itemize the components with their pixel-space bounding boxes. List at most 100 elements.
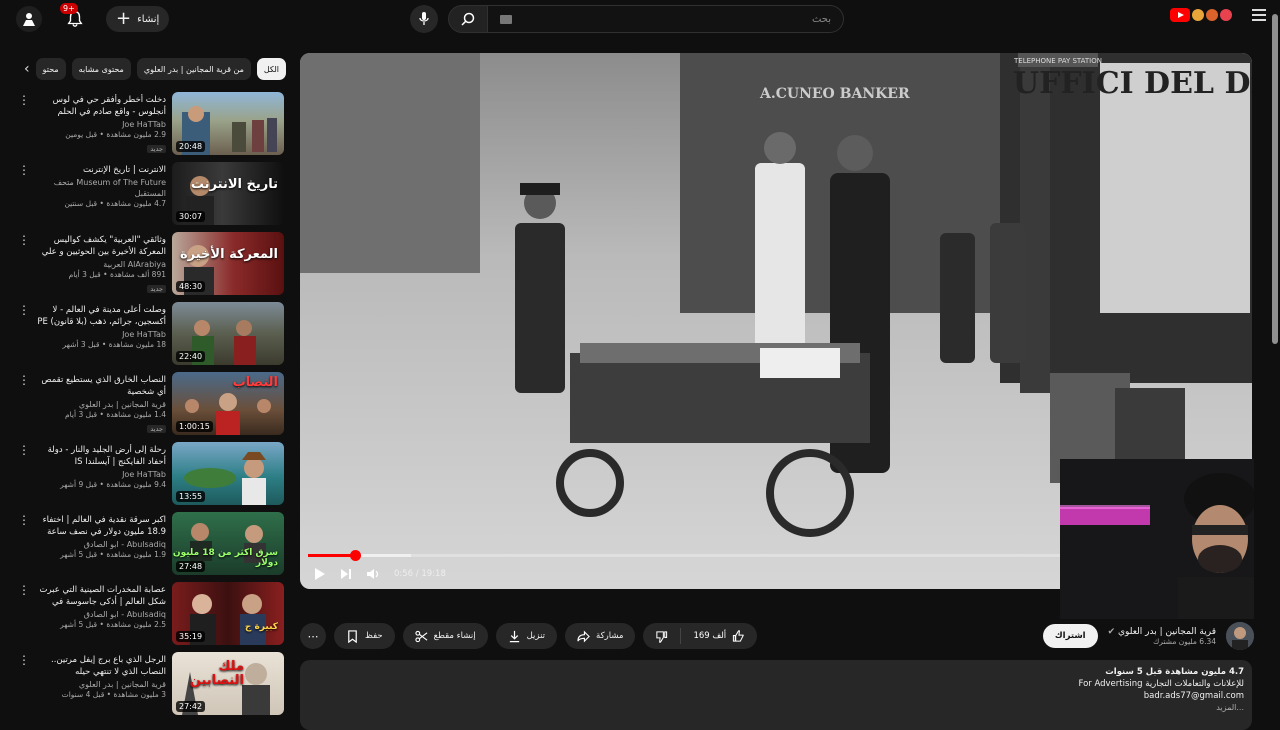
channel-name[interactable]: Abulsadiq - ابو الصادق (36, 609, 166, 620)
like-button[interactable]: 169 ألف (681, 623, 757, 649)
video-thumbnail[interactable]: 22:40 (172, 302, 284, 365)
subscriber-count: 6.34 مليون مشترك (1153, 636, 1216, 646)
more-options-icon[interactable]: ⋮ (18, 514, 30, 526)
subscribe-button[interactable]: اشتراك (1042, 624, 1098, 648)
video-thumbnail[interactable]: 20:48 (172, 92, 284, 155)
list-item[interactable]: النصاب 1:00:15 النصاب الخارق الذي يستطيع… (14, 372, 286, 442)
create-label: إنشاء (137, 13, 160, 25)
next-icon[interactable] (340, 568, 352, 580)
description-more[interactable]: ...المزيد (308, 702, 1244, 713)
save-button[interactable]: حفظ (334, 623, 395, 649)
video-thumbnail[interactable]: تاريخ الانترنت 30:07 (172, 162, 284, 225)
list-item[interactable]: المعركة الأخيرة 48:30 وثائقي "العربية" ي… (14, 232, 286, 302)
webcam-frame (1060, 459, 1254, 619)
more-options-icon[interactable]: ⋮ (18, 94, 30, 106)
channel-avatar[interactable] (1226, 622, 1254, 650)
hamburger-menu-icon[interactable] (1252, 9, 1266, 21)
video-thumbnail[interactable]: 13:55 (172, 442, 284, 505)
channel-name[interactable]: قرية المجانين | بدر العلوي (36, 679, 166, 690)
search-button[interactable] (448, 5, 488, 33)
download-icon (509, 630, 519, 642)
like-count: 169 ألف (693, 631, 727, 641)
video-title[interactable]: عصابة المخدرات الصينية التي عبرت شكل الع… (36, 584, 166, 608)
more-options-icon[interactable]: ⋮ (18, 374, 30, 386)
voice-search-button[interactable] (410, 5, 438, 33)
video-title[interactable]: رحلة إلى أرض الجليد والنار - دولة أحفاد … (36, 444, 166, 468)
channel-name-text: قرية المجانين | بدر العلوي (1118, 626, 1216, 637)
video-meta: الرجل الذي باع برج إيفل مرتين.. النصاب ا… (36, 654, 166, 700)
thumbnail-title: النصاب (232, 375, 278, 390)
video-title[interactable]: دخلت أخطر وأفقر حي في لوس أنجلوس - واقع … (36, 94, 166, 118)
keyboard-icon[interactable] (500, 14, 512, 24)
youtube-play-icon (1170, 8, 1190, 22)
chip-from-channel[interactable]: من قرية المجانين | بدر العلوي (136, 58, 251, 80)
clip-button[interactable]: إنشاء مقطع (402, 623, 488, 649)
channel-name[interactable]: Abulsadiq - ابو الصادق (36, 539, 166, 550)
list-item[interactable]: ملك النصابين 27:42 الرجل الذي باع برج إي… (14, 652, 286, 722)
new-badge: جديد (147, 285, 166, 293)
list-item[interactable]: 20:48 دخلت أخطر وأفقر حي في لوس أنجلوس -… (14, 92, 286, 162)
search-area: بحث (410, 5, 844, 33)
video-thumbnail[interactable]: كبيرة ج 35:19 (172, 582, 284, 645)
video-title[interactable]: وثائقي "العربية" يكشف كواليس المعركة الأ… (36, 234, 166, 258)
video-title[interactable]: الانترنت | تاريخ الإنترنت (36, 164, 166, 176)
channel-name[interactable]: AlArabiya العربية (36, 259, 166, 270)
more-options-icon[interactable]: ⋮ (18, 304, 30, 316)
create-button[interactable]: + إنشاء (106, 6, 170, 32)
more-options-icon[interactable]: ⋮ (18, 654, 30, 666)
more-options-icon[interactable]: ⋮ (18, 164, 30, 176)
channel-name[interactable]: Joe HaTTab (36, 329, 166, 340)
volume-icon[interactable] (366, 568, 380, 580)
chip-more[interactable]: محتو (35, 58, 66, 80)
list-item[interactable]: 22:40 وصلت أعلى مدينة في العالم - لا أكس… (14, 302, 286, 372)
more-actions-button[interactable]: ⋯ (300, 623, 326, 649)
video-stats: 1.9 مليون مشاهدة • قبل 5 أشهر (60, 550, 166, 559)
video-stats: 3 مليون مشاهدة • قبل 4 سنوات (61, 690, 166, 699)
video-duration: 30:07 (176, 211, 206, 222)
channel-name[interactable]: Museum of The Future متحف المستقبل (36, 177, 166, 199)
dislike-button[interactable] (643, 623, 680, 649)
youtube-logo[interactable] (1170, 8, 1232, 22)
description-email[interactable]: badr.ads77@gmail.com (308, 690, 1244, 702)
bookmark-icon (348, 629, 357, 643)
progress-scrubber[interactable] (349, 550, 361, 561)
page-scrollbar[interactable] (1272, 14, 1278, 344)
video-title[interactable]: النصاب الخارق الذي يستطيع تقمص أي شخصية (36, 374, 166, 398)
user-icon (23, 13, 35, 26)
notifications-button[interactable]: 9+ (60, 3, 88, 32)
video-thumbnail[interactable]: ملك النصابين 27:42 (172, 652, 284, 715)
video-title[interactable]: الرجل الذي باع برج إيفل مرتين.. النصاب ا… (36, 654, 166, 678)
verified-icon: ✔ (1107, 626, 1116, 637)
video-meta: اكبر سرقة نقدية في العالم | اختفاء 18.9 … (36, 514, 166, 560)
more-options-icon[interactable]: ⋮ (18, 234, 30, 246)
channel-name[interactable]: Joe HaTTab (36, 469, 166, 480)
more-options-icon[interactable]: ⋮ (18, 584, 30, 596)
search-input[interactable]: بحث (488, 5, 844, 33)
channel-name[interactable]: Joe HaTTab (36, 119, 166, 130)
more-options-icon[interactable]: ⋮ (18, 444, 30, 456)
channel-name[interactable]: قرية المجانين | بدر العلوي ✔ (1108, 627, 1216, 637)
channel-name[interactable]: قرية المجانين | بدر العلوي (36, 399, 166, 410)
download-button[interactable]: تنزيل (495, 623, 558, 649)
chip-all[interactable]: الكل (256, 58, 286, 80)
share-button[interactable]: مشاركة (565, 623, 636, 649)
new-badge: جديد (147, 145, 166, 153)
video-thumbnail[interactable]: النصاب 1:00:15 (172, 372, 284, 435)
list-item[interactable]: كبيرة ج 35:19 عصابة المخدرات الصينية الت… (14, 582, 286, 652)
filter-chips: الكل من قرية المجانين | بدر العلوي محتوى… (26, 58, 286, 80)
list-item[interactable]: تاريخ الانترنت 30:07 الانترنت | تاريخ ال… (14, 162, 286, 232)
webcam-overlay (1060, 459, 1254, 619)
list-item[interactable]: سرق اكثر من 18 مليون دولار 27:48 اكبر سر… (14, 512, 286, 582)
video-title[interactable]: وصلت أعلى مدينة في العالم - لا أكسجين، ج… (36, 304, 166, 328)
video-thumbnail[interactable]: المعركة الأخيرة 48:30 (172, 232, 284, 295)
play-icon[interactable] (314, 567, 326, 581)
share-icon (577, 630, 590, 642)
video-title[interactable]: اكبر سرقة نقدية في العالم | اختفاء 18.9 … (36, 514, 166, 538)
doodle-icon (1220, 9, 1232, 21)
video-thumbnail[interactable]: سرق اكثر من 18 مليون دولار 27:48 (172, 512, 284, 575)
notification-badge: 9+ (60, 3, 78, 14)
thumbs-up-icon (733, 629, 744, 642)
list-item[interactable]: 13:55 رحلة إلى أرض الجليد والنار - دولة … (14, 442, 286, 512)
account-avatar[interactable] (16, 6, 42, 32)
chip-related[interactable]: محتوى مشابه (71, 58, 131, 80)
